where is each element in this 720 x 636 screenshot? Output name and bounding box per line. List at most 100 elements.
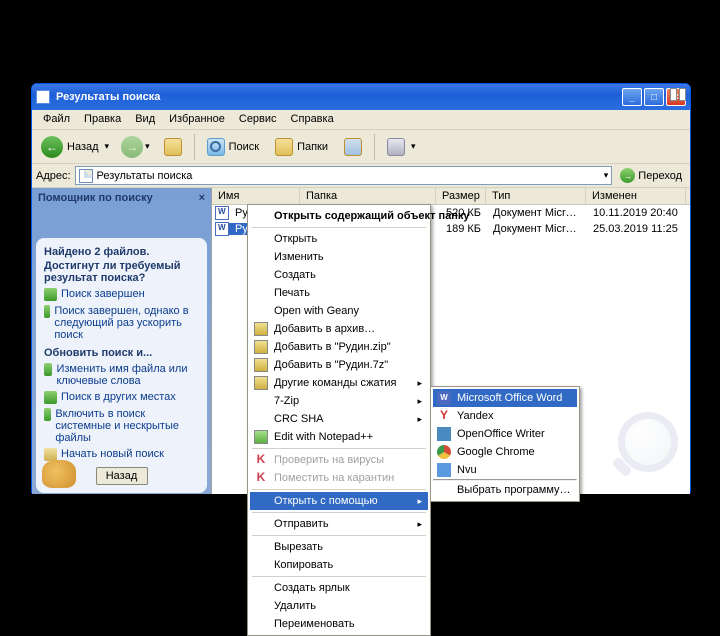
nvu-icon xyxy=(437,463,451,477)
option-done-faster[interactable]: Поиск завершен, однако в следующий раз у… xyxy=(44,305,199,341)
menu-edit[interactable]: Правка xyxy=(77,110,128,129)
ctx-crc-sha[interactable]: CRC SHA xyxy=(250,410,428,428)
ctx-edit[interactable]: Изменить xyxy=(250,248,428,266)
ctx-7zip[interactable]: 7-Zip xyxy=(250,392,428,410)
ctx-add-zip[interactable]: Добавить в "Рудин.zip" xyxy=(250,338,428,356)
back-label: Назад xyxy=(67,141,99,153)
maximize-button[interactable]: □ xyxy=(644,88,664,106)
archive-icon xyxy=(254,322,268,336)
folder-up-icon xyxy=(164,138,182,156)
separator xyxy=(374,134,375,160)
ctx-notepadpp[interactable]: Edit with Notepad++ xyxy=(250,428,428,446)
col-type[interactable]: Тип xyxy=(486,188,586,204)
col-folder[interactable]: Папка xyxy=(300,188,436,204)
menu-favorites[interactable]: Избранное xyxy=(162,110,232,129)
openwith-yandex[interactable]: YYandex xyxy=(433,407,577,425)
ctx-print[interactable]: Печать xyxy=(250,284,428,302)
ctx-copy[interactable]: Копировать xyxy=(250,556,428,574)
openwith-oowriter[interactable]: OpenOffice Writer xyxy=(433,425,577,443)
ctx-create[interactable]: Создать xyxy=(250,266,428,284)
refine-include-system[interactable]: Включить в поиск системные и нескрытые ф… xyxy=(44,408,199,444)
toolbar: ← Назад ▾ → ▾ Поиск Папки ▾ xyxy=(32,130,690,164)
menu-file[interactable]: Файл xyxy=(36,110,77,129)
ctx-other-compress[interactable]: Другие команды сжатия xyxy=(250,374,428,392)
notepadpp-icon xyxy=(254,430,268,444)
views-button[interactable]: ▾ xyxy=(380,133,423,161)
ctx-add-archive[interactable]: Добавить в архив… xyxy=(250,320,428,338)
archive-icon xyxy=(254,358,268,372)
word-doc-icon xyxy=(215,222,229,236)
ctx-open-containing-folder[interactable]: Открыть содержащий объект папку xyxy=(250,207,428,225)
sync-icon xyxy=(344,138,362,156)
kaspersky-icon: K xyxy=(254,453,268,467)
kaspersky-icon: K xyxy=(254,471,268,485)
ctx-create-shortcut[interactable]: Создать ярлык xyxy=(250,579,428,597)
ctx-open-geany[interactable]: Open with Geany xyxy=(250,302,428,320)
chevron-down-icon[interactable]: ▾ xyxy=(145,141,150,152)
chevron-down-icon[interactable]: ▾ xyxy=(604,170,609,181)
ctx-add-7z[interactable]: Добавить в "Рудин.7z" xyxy=(250,356,428,374)
menu-tools[interactable]: Сервис xyxy=(232,110,284,129)
windows-flag-icon xyxy=(669,87,687,105)
openoffice-icon xyxy=(437,427,451,441)
arrow-icon xyxy=(44,408,51,421)
col-size[interactable]: Размер xyxy=(436,188,486,204)
new-search[interactable]: Начать новый поиск xyxy=(44,448,199,461)
magnifier-icon xyxy=(608,412,678,482)
menu-separator xyxy=(252,227,426,228)
col-name[interactable]: Имя xyxy=(212,188,300,204)
chevron-down-icon[interactable]: ▾ xyxy=(105,141,110,152)
titlebar[interactable]: Результаты поиска _ □ × xyxy=(32,84,690,110)
menu-separator xyxy=(252,512,426,513)
folders-button[interactable]: Папки xyxy=(268,133,335,161)
address-field[interactable]: Результаты поиска ▾ xyxy=(75,166,613,185)
ctx-open-with[interactable]: Открыть с помощью xyxy=(250,492,428,510)
back-wizard-button[interactable]: Назад xyxy=(96,467,148,485)
context-menu: Открыть содержащий объект папку Открыть … xyxy=(247,204,431,636)
address-bar: Адрес: Результаты поиска ▾ → Переход xyxy=(32,164,690,188)
separator xyxy=(194,134,195,160)
forward-button[interactable]: → ▾ xyxy=(116,133,155,161)
archive-icon xyxy=(254,376,268,390)
ctx-open[interactable]: Открыть xyxy=(250,230,428,248)
openwith-choose[interactable]: Выбрать программу… xyxy=(433,481,577,499)
back-button[interactable]: ← Назад ▾ xyxy=(36,133,114,161)
ctx-quarantine: KПоместить на карантин xyxy=(250,469,428,487)
yandex-icon: Y xyxy=(437,409,451,423)
refine-other-locations[interactable]: Поиск в других местах xyxy=(44,391,199,404)
option-done[interactable]: Поиск завершен xyxy=(44,288,199,301)
menu-separator xyxy=(252,489,426,490)
chrome-icon xyxy=(437,445,451,459)
ctx-delete[interactable]: Удалить xyxy=(250,597,428,615)
sync-button[interactable] xyxy=(337,133,369,161)
menu-help[interactable]: Справка xyxy=(284,110,341,129)
folder-icon xyxy=(275,138,293,156)
search-label: Поиск xyxy=(229,141,259,153)
menu-separator xyxy=(252,576,426,577)
arrow-icon xyxy=(44,363,52,376)
openwith-word[interactable]: WMicrosoft Office Word xyxy=(433,389,577,407)
refine-change-name[interactable]: Изменить имя файла или ключевые слова xyxy=(44,363,199,387)
refine-header: Обновить поиск и... xyxy=(44,347,199,359)
address-label: Адрес: xyxy=(36,170,71,182)
openwith-chrome[interactable]: Google Chrome xyxy=(433,443,577,461)
menu-separator xyxy=(252,448,426,449)
address-value: Результаты поиска xyxy=(97,170,193,182)
window-title: Результаты поиска xyxy=(56,91,620,103)
go-button[interactable]: → Переход xyxy=(616,166,686,185)
ctx-send-to[interactable]: Отправить xyxy=(250,515,428,533)
minimize-button[interactable]: _ xyxy=(622,88,642,106)
ctx-cut[interactable]: Вырезать xyxy=(250,538,428,556)
up-button[interactable] xyxy=(157,133,189,161)
window-icon xyxy=(36,90,50,104)
search-button[interactable]: Поиск xyxy=(200,133,266,161)
search-dog-icon[interactable] xyxy=(42,460,76,488)
openwith-nvu[interactable]: Nvu xyxy=(433,461,577,479)
col-modified[interactable]: Изменен xyxy=(586,188,686,204)
search-icon xyxy=(207,138,225,156)
menu-view[interactable]: Вид xyxy=(128,110,162,129)
forward-icon: → xyxy=(121,136,143,158)
ctx-rename[interactable]: Переименовать xyxy=(250,615,428,633)
close-sidebar-button[interactable]: × xyxy=(199,192,205,204)
folders-label: Папки xyxy=(297,141,328,153)
